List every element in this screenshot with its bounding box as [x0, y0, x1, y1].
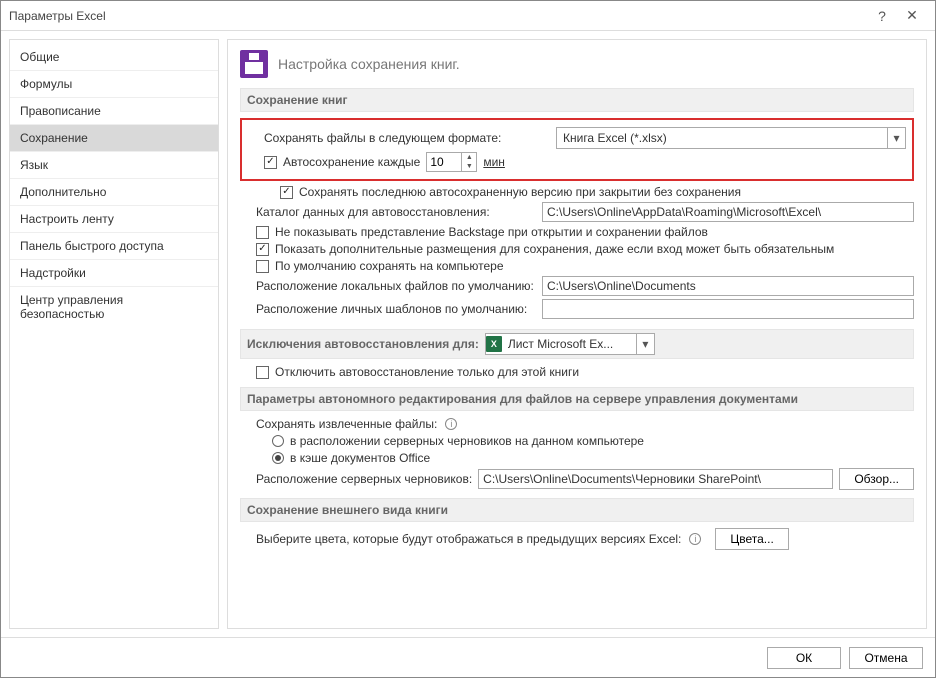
section-autorecover-except: Исключения автовосстановления для:	[247, 337, 479, 351]
sidebar-item-customize-ribbon[interactable]: Настроить ленту	[10, 206, 218, 233]
server-drafts-path-label: Расположение серверных черновиков:	[256, 472, 472, 486]
no-backstage-checkbox[interactable]	[256, 226, 269, 239]
autosave-label: Автосохранение каждые	[283, 155, 420, 169]
file-format-label: Сохранять файлы в следующем формате:	[264, 131, 501, 145]
ok-button[interactable]: ОК	[767, 647, 841, 669]
sidebar-item-quick-access[interactable]: Панель быстрого доступа	[10, 233, 218, 260]
spinner-up-icon[interactable]: ▲	[462, 153, 476, 162]
chevron-down-icon: ▾	[636, 334, 654, 354]
section-appearance: Сохранение внешнего вида книги	[240, 498, 914, 522]
excel-options-dialog: Параметры Excel ? ✕ Общие Формулы Правоп…	[0, 0, 936, 678]
server-drafts-path-field[interactable]	[478, 469, 833, 489]
excel-file-icon: X	[486, 336, 502, 352]
window-title: Параметры Excel	[9, 9, 867, 23]
colors-button[interactable]: Цвета...	[715, 528, 788, 550]
file-format-dropdown[interactable]: Книга Excel (*.xlsx) ▾	[556, 127, 906, 149]
sidebar-item-save[interactable]: Сохранение	[10, 125, 218, 152]
sidebar-item-general[interactable]: Общие	[10, 44, 218, 71]
autosave-checkbox[interactable]	[264, 156, 277, 169]
disable-autorecover-label: Отключить автовосстановление только для …	[275, 365, 579, 379]
templates-path-field[interactable]	[542, 299, 914, 319]
close-button[interactable]: ✕	[897, 7, 927, 24]
sidebar-item-addins[interactable]: Надстройки	[10, 260, 218, 287]
page-subtitle: Настройка сохранения книг.	[278, 56, 460, 72]
show-additional-checkbox[interactable]	[256, 243, 269, 256]
autosave-unit: мин	[483, 155, 505, 169]
workbook-dropdown[interactable]: X Лист Microsoft Ex... ▾	[485, 333, 655, 355]
default-pc-checkbox[interactable]	[256, 260, 269, 273]
office-cache-label: в кэше документов Office	[290, 451, 430, 465]
help-button[interactable]: ?	[867, 8, 897, 24]
titlebar: Параметры Excel ? ✕	[1, 1, 935, 31]
sidebar-item-trust-center[interactable]: Центр управления безопасностью	[10, 287, 218, 327]
browse-button[interactable]: Обзор...	[839, 468, 914, 490]
workbook-name: Лист Microsoft Ex...	[502, 337, 636, 351]
disable-autorecover-checkbox[interactable]	[256, 366, 269, 379]
save-extracted-label: Сохранять извлеченные файлы:	[256, 417, 437, 431]
sidebar-item-proofing[interactable]: Правописание	[10, 98, 218, 125]
sidebar-item-formulas[interactable]: Формулы	[10, 71, 218, 98]
server-drafts-label: в расположении серверных черновиков на д…	[290, 434, 644, 448]
file-format-value: Книга Excel (*.xlsx)	[557, 131, 887, 145]
autosave-minutes-spinner[interactable]: ▲ ▼	[426, 152, 477, 172]
spinner-down-icon[interactable]: ▼	[462, 162, 476, 171]
cancel-button[interactable]: Отмена	[849, 647, 923, 669]
colors-text: Выберите цвета, которые будут отображать…	[256, 532, 681, 546]
info-icon[interactable]: i	[689, 533, 701, 545]
show-additional-label: Показать дополнительные размещения для с…	[275, 242, 834, 256]
save-icon	[240, 50, 268, 78]
autosave-minutes-input[interactable]	[427, 153, 461, 171]
dialog-footer: ОК Отмена	[1, 637, 935, 677]
autorecover-path-label: Каталог данных для автовосстановления:	[256, 205, 536, 219]
section-save-books: Сохранение книг	[240, 88, 914, 112]
info-icon[interactable]: i	[445, 418, 457, 430]
templates-path-label: Расположение личных шаблонов по умолчани…	[256, 302, 536, 316]
sidebar-item-advanced[interactable]: Дополнительно	[10, 179, 218, 206]
local-path-label: Расположение локальных файлов по умолчан…	[256, 279, 536, 293]
section-offline-editing: Параметры автономного редактирования для…	[240, 387, 914, 411]
chevron-down-icon: ▾	[887, 128, 905, 148]
sidebar-item-language[interactable]: Язык	[10, 152, 218, 179]
keep-last-autosave-label: Сохранять последнюю автосохраненную верс…	[299, 185, 741, 199]
keep-last-autosave-checkbox[interactable]	[280, 186, 293, 199]
autorecover-path-field[interactable]	[542, 202, 914, 222]
office-cache-radio[interactable]	[272, 452, 284, 464]
server-drafts-radio[interactable]	[272, 435, 284, 447]
autosave-highlight: Сохранять файлы в следующем формате: Кни…	[240, 118, 914, 181]
category-sidebar: Общие Формулы Правописание Сохранение Яз…	[9, 39, 219, 629]
no-backstage-label: Не показывать представление Backstage пр…	[275, 225, 708, 239]
content-pane: Настройка сохранения книг. Сохранение кн…	[227, 39, 927, 629]
default-pc-label: По умолчанию сохранять на компьютере	[275, 259, 504, 273]
local-path-field[interactable]	[542, 276, 914, 296]
